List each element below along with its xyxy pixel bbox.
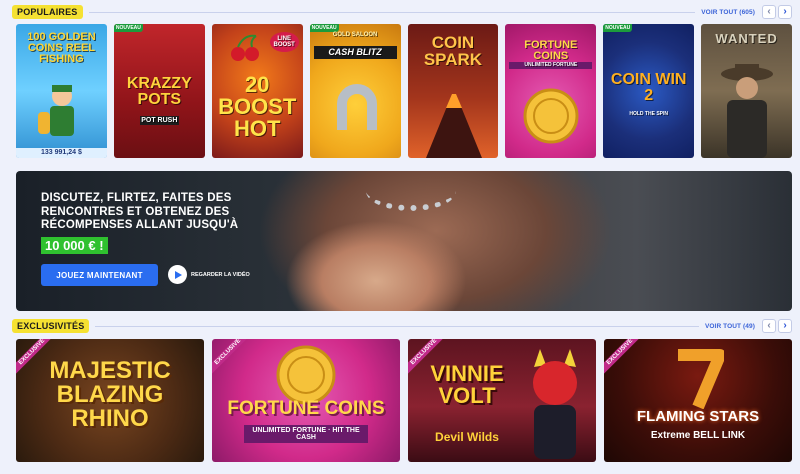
see-all-exclusives-link[interactable]: VOIR TOUT (49) xyxy=(705,323,755,330)
banner-amount: 10 000 € ! xyxy=(41,237,108,254)
promo-banner[interactable]: DISCUTEZ, FLIRTEZ, FAITES DES RENCONTRES… xyxy=(16,171,792,311)
game-title: CASH BLITZ xyxy=(313,46,397,59)
game-title: VINNIE VOLT xyxy=(430,361,504,408)
exclusive-game-card[interactable]: EXCLUSIVE VINNIE VOLT Devil Wilds xyxy=(408,339,596,462)
necklace-image xyxy=(366,171,456,211)
new-badge: NOUVEAU xyxy=(113,24,143,32)
new-badge: NOUVEAU xyxy=(603,24,633,32)
exclusive-ribbon: EXCLUSIVE xyxy=(604,339,647,379)
exclusive-game-card[interactable]: EXCLUSIVE FORTUNE COINS UNLIMITED FORTUN… xyxy=(212,339,400,462)
prev-exclusives-button[interactable]: ‹ xyxy=(762,319,776,333)
horseshoe-icon xyxy=(336,84,377,130)
watch-video-link[interactable]: REGARDER LA VIDÉO xyxy=(168,265,250,284)
game-subtitle: Devil Wilds xyxy=(435,430,499,444)
play-icon xyxy=(168,265,187,284)
banner-headline: DISCUTEZ, FLIRTEZ, FAITES DES RENCONTRES… xyxy=(41,192,239,232)
game-card[interactable]: 100 GOLDEN COINS REEL FISHING 133 991,24… xyxy=(16,24,107,158)
exclusive-game-card[interactable]: EXCLUSIVE FLAMING STARS Extreme BELL LIN… xyxy=(604,339,792,462)
divider xyxy=(95,325,699,327)
game-subtitle: POT RUSH xyxy=(139,116,179,125)
fisherman-icon xyxy=(38,85,74,136)
next-popular-button[interactable]: › xyxy=(778,5,792,19)
game-card[interactable]: COIN SPARK xyxy=(407,24,499,158)
game-title: COIN SPARK xyxy=(423,33,483,69)
game-card[interactable]: FORTUNE COINS UNLIMITED FORTUNE xyxy=(505,24,597,158)
game-title: FLAMING STARS xyxy=(636,408,760,425)
game-title: MAJESTIC BLAZING RHINO xyxy=(49,357,171,432)
game-subtitle: UNLIMITED FORTUNE · HIT THE CASH xyxy=(244,425,368,443)
game-subtitle: LINE BOOST xyxy=(269,32,299,52)
exclusive-game-card[interactable]: EXCLUSIVE MAJESTIC BLAZING RHINO xyxy=(16,339,204,462)
prev-popular-button[interactable]: ‹ xyxy=(762,5,776,19)
next-exclusives-button[interactable]: › xyxy=(778,319,792,333)
jackpot-amount: 133 991,24 $ xyxy=(16,148,107,158)
seven-icon xyxy=(678,349,724,409)
popular-games-row: 100 GOLDEN COINS REEL FISHING 133 991,24… xyxy=(16,24,792,158)
game-card[interactable]: WANTED xyxy=(701,24,792,158)
game-subtitle: UNLIMITED FORTUNE xyxy=(509,62,593,69)
game-title: FORTUNE COINS xyxy=(524,39,578,62)
exclusive-games-row: EXCLUSIVE MAJESTIC BLAZING RHINO EXCLUSI… xyxy=(16,339,792,462)
new-badge: NOUVEAU xyxy=(309,24,339,32)
game-card[interactable]: LINE BOOST 20 BOOST HOT xyxy=(211,24,303,158)
see-all-popular-link[interactable]: VOIR TOUT (605) xyxy=(701,9,755,16)
watch-video-label: REGARDER LA VIDÉO xyxy=(191,271,250,278)
game-title: KRAZZY POTS xyxy=(126,75,192,108)
cherry-icon xyxy=(230,34,259,61)
play-now-button[interactable]: JOUEZ MAINTENANT xyxy=(41,264,158,286)
popular-header: POPULAIRES VOIR TOUT (605) ‹ › xyxy=(12,4,792,20)
game-card[interactable]: NOUVEAU GOLD SALOON CASH BLITZ xyxy=(309,24,401,158)
game-subtitle: Extreme BELL LINK xyxy=(650,430,746,441)
volcano-icon xyxy=(425,94,482,158)
cowboy-icon xyxy=(721,64,774,158)
gold-coin-icon xyxy=(523,88,579,144)
game-card[interactable]: NOUVEAU COIN WIN 2 HOLD THE SPIN xyxy=(603,24,695,158)
gold-coin-icon xyxy=(276,345,336,405)
game-title: WANTED xyxy=(715,31,778,46)
game-card[interactable]: NOUVEAU KRAZZY POTS POT RUSH xyxy=(113,24,205,158)
game-subtitle: HOLD THE SPIN xyxy=(629,111,668,117)
game-title: FORTUNE COINS xyxy=(227,398,385,419)
game-title: 100 GOLDEN COINS REEL FISHING xyxy=(27,31,96,65)
devil-icon xyxy=(533,349,577,459)
popular-tag: POPULAIRES xyxy=(12,5,83,19)
exclusive-ribbon: EXCLUSIVE xyxy=(212,339,255,379)
game-title: COIN WIN 2 xyxy=(610,71,687,104)
exclusives-header: EXCLUSIVITÉS VOIR TOUT (49) ‹ › xyxy=(12,318,792,334)
divider xyxy=(88,11,696,13)
game-title: 20 BOOST HOT xyxy=(218,72,297,141)
game-subtitle: GOLD SALOON xyxy=(332,32,378,38)
exclusives-tag: EXCLUSIVITÉS xyxy=(12,319,90,333)
